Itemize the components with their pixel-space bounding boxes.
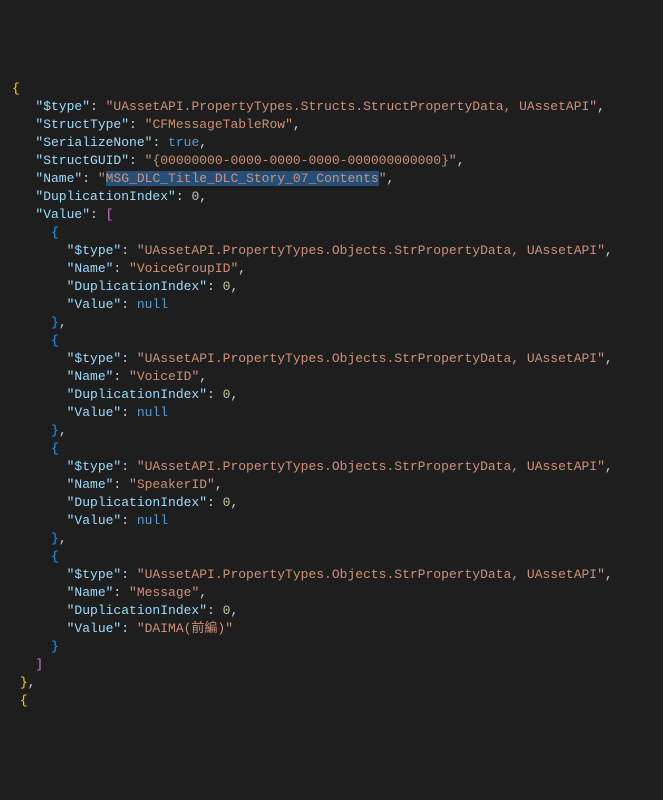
code-line: "SerializeNone": true, [12,134,651,152]
code-line: "$type": "UAssetAPI.PropertyTypes.Object… [12,242,651,260]
code-line: { [12,440,651,458]
code-line: { [12,224,651,242]
code-line: "StructGUID": "{00000000-0000-0000-0000-… [12,152,651,170]
code-line: { [12,548,651,566]
code-line: "DuplicationIndex": 0, [12,386,651,404]
code-line: }, [12,530,651,548]
code-line: { [12,332,651,350]
code-line: "$type": "UAssetAPI.PropertyTypes.Struct… [12,98,651,116]
selected-text: MSG_DLC_Title_DLC_Story_07_Contents [106,171,379,186]
code-line: "Value": "DAIMA(前編)" [12,620,651,638]
code-line: "$type": "UAssetAPI.PropertyTypes.Object… [12,458,651,476]
code-line: "DuplicationIndex": 0, [12,188,651,206]
code-line: { [12,80,651,98]
code-line: "Name": "VoiceGroupID", [12,260,651,278]
code-line: "Name": "SpeakerID", [12,476,651,494]
code-line: }, [12,422,651,440]
code-line: "StructType": "CFMessageTableRow", [12,116,651,134]
code-line: "DuplicationIndex": 0, [12,278,651,296]
code-line: "Name": "Message", [12,584,651,602]
code-line: "Value": null [12,512,651,530]
code-line: "Name": "MSG_DLC_Title_DLC_Story_07_Cont… [12,170,651,188]
code-line: "DuplicationIndex": 0, [12,494,651,512]
code-line: }, [12,314,651,332]
code-line: "$type": "UAssetAPI.PropertyTypes.Object… [12,566,651,584]
code-line: "Name": "VoiceID", [12,368,651,386]
code-editor[interactable]: { "$type": "UAssetAPI.PropertyTypes.Stru… [12,80,651,710]
code-line: "Value": null [12,296,651,314]
code-line: "Value": [ [12,206,651,224]
code-line: "Value": null [12,404,651,422]
code-line: }, [12,674,651,692]
code-line: ] [12,656,651,674]
code-line: "DuplicationIndex": 0, [12,602,651,620]
code-line: "$type": "UAssetAPI.PropertyTypes.Object… [12,350,651,368]
code-line: } [12,638,651,656]
code-line: { [12,692,651,710]
